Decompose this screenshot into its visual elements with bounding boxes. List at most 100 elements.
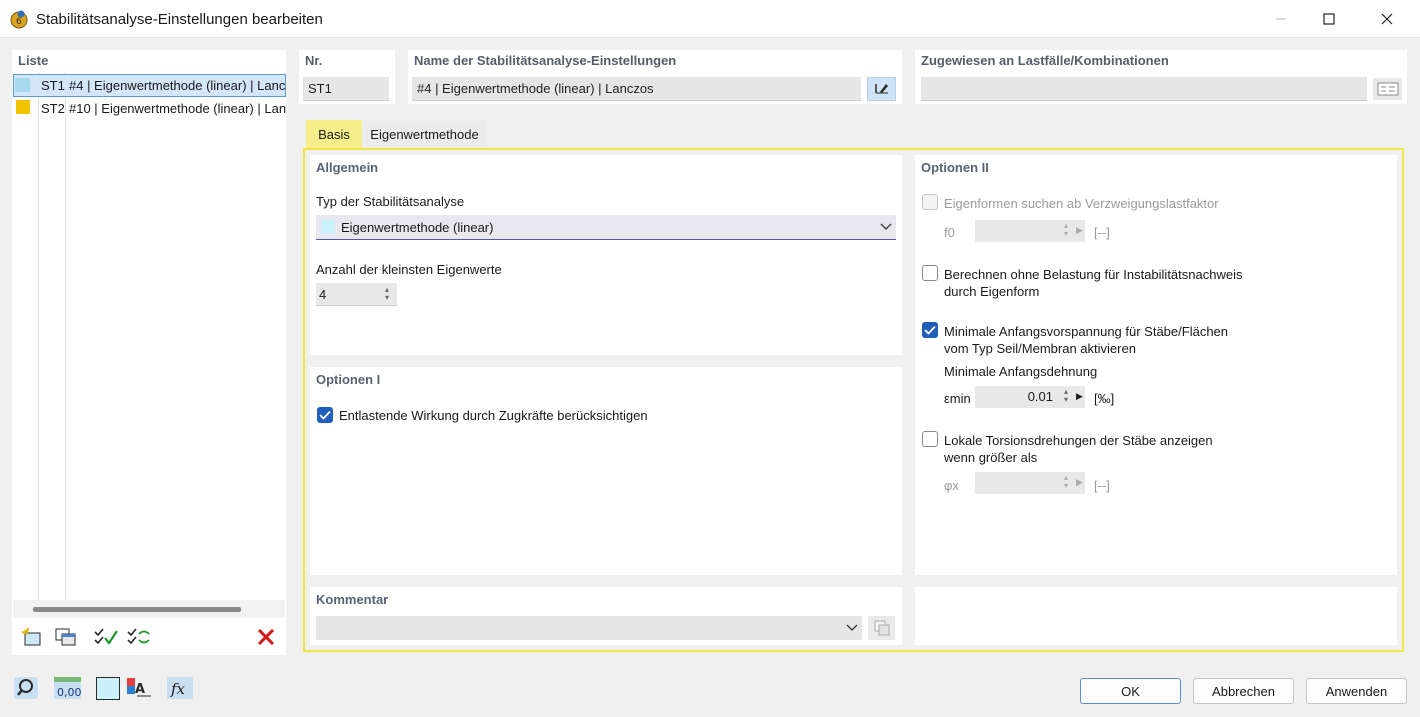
eigenformen-checkbox[interactable]	[922, 194, 938, 210]
list-divider	[38, 72, 39, 600]
minimize-icon	[1275, 13, 1287, 25]
svg-text:6: 6	[16, 17, 22, 27]
check-toggle-button[interactable]	[125, 625, 153, 649]
ok-button[interactable]: OK	[1080, 678, 1181, 704]
list-item-id[interactable]: ST1	[41, 74, 65, 97]
f0-field[interactable]: ▴ ▾ ▶	[975, 220, 1085, 242]
decimal-units-icon: 0,00	[53, 676, 81, 700]
phix-field[interactable]: ▴ ▾ ▶	[975, 472, 1085, 494]
list-header: Liste	[18, 53, 48, 68]
check-toggle-icon	[126, 626, 152, 648]
svg-text:A: A	[135, 682, 145, 697]
delete-button[interactable]	[252, 625, 280, 649]
maximize-icon	[1323, 13, 1335, 25]
minimale-label-1: Minimale Anfangsvorspannung für Stäbe/Fl…	[944, 323, 1228, 340]
checkmark-icon	[924, 325, 936, 335]
empty-section	[915, 587, 1397, 645]
eigenformen-label: Eigenformen suchen ab Verzweigungslastfa…	[944, 195, 1219, 212]
apply-button[interactable]: Anwenden	[1306, 678, 1407, 704]
berechnen-label-1: Berechnen ohne Belastung für Instabilitä…	[944, 266, 1242, 283]
assigned-field[interactable]	[921, 77, 1367, 101]
kommentar-section: Kommentar	[310, 587, 902, 645]
new-item-icon	[20, 626, 44, 648]
list-item-text[interactable]: #10 | Eigenwertmethode (linear) | Lanczo…	[69, 97, 286, 120]
entlastende-label: Entlastende Wirkung durch Zugkräfte berü…	[339, 407, 648, 424]
assigned-panel: Zugewiesen an Lastfälle/Kombinationen	[915, 50, 1407, 104]
color-button[interactable]	[96, 677, 120, 700]
function-icon: fx	[166, 676, 194, 700]
spin-down-icon[interactable]: ▾	[382, 294, 392, 302]
berechnen-checkbox[interactable]	[922, 265, 938, 281]
kommentar-input[interactable]	[316, 616, 862, 640]
new-item-button[interactable]	[18, 625, 46, 649]
allgemein-section: Allgemein Typ der Stabilitätsanalyse Eig…	[310, 155, 902, 355]
list-item-text[interactable]: #4 | Eigenwertmethode (linear) | Lanczos	[69, 74, 286, 97]
assign-button[interactable]	[1373, 78, 1402, 100]
name-field[interactable]: #4 | Eigenwertmethode (linear) | Lanczos	[412, 77, 861, 101]
close-icon	[1381, 13, 1393, 25]
emin-field[interactable]: 0.01 ▴ ▾ ▶	[975, 386, 1085, 408]
units-button[interactable]: 0,00	[53, 676, 81, 700]
list-scrollbar[interactable]	[13, 600, 285, 618]
list-panel: Liste ST1 #4 | Eigenwertmethode (linear)…	[12, 50, 286, 655]
nr-field[interactable]: ST1	[303, 77, 389, 101]
minimale-label-2: vom Typ Seil/Membran aktivieren	[944, 340, 1136, 357]
optionen2-title: Optionen II	[921, 160, 989, 175]
optionen1-section: Optionen I Entlastende Wirkung durch Zug…	[310, 367, 902, 575]
optionen2-section: Optionen II Eigenformen suchen ab Verzwe…	[915, 155, 1397, 575]
cancel-button[interactable]: Abbrechen	[1193, 678, 1294, 704]
check-all-button[interactable]	[92, 625, 120, 649]
list-item-color-swatch	[15, 78, 30, 92]
svg-text:fx: fx	[170, 680, 186, 698]
arrow-right-icon[interactable]: ▶	[1076, 477, 1083, 488]
scrollbar-thumb[interactable]	[33, 607, 241, 612]
f0-unit: [--]	[1094, 224, 1110, 241]
spin-down-icon[interactable]: ▾	[1061, 396, 1071, 404]
minimale-checkbox[interactable]	[922, 322, 938, 338]
close-button[interactable]	[1364, 0, 1410, 38]
list-item-id[interactable]: ST2	[41, 97, 65, 120]
berechnen-label-2: durch Eigenform	[944, 283, 1039, 300]
allgemein-title: Allgemein	[316, 160, 378, 175]
list-divider	[65, 72, 66, 600]
lokale-checkbox[interactable]	[922, 431, 938, 447]
type-value: Eigenwertmethode (linear)	[341, 219, 493, 236]
check-all-icon	[93, 626, 119, 648]
list-item-color-swatch	[16, 100, 30, 114]
kommentar-copy-button[interactable]	[868, 616, 895, 640]
arrow-right-icon[interactable]: ▶	[1076, 225, 1083, 236]
spin-down-icon[interactable]: ▾	[1061, 230, 1071, 238]
formula-button[interactable]: fx	[166, 676, 194, 700]
nr-panel: Nr. ST1	[299, 50, 395, 104]
tab-basis[interactable]: Basis	[306, 120, 362, 149]
type-swatch	[321, 220, 335, 234]
eigen-stepper[interactable]: 4 ▴ ▾	[316, 283, 397, 306]
edit-name-button[interactable]	[867, 77, 896, 101]
maximize-button[interactable]	[1306, 0, 1352, 38]
copy-item-icon	[54, 626, 78, 648]
lokale-label-1: Lokale Torsionsdrehungen der Stäbe anzei…	[944, 432, 1213, 449]
assign-list-icon	[1377, 82, 1399, 96]
minimize-button[interactable]	[1258, 0, 1304, 38]
app-icon: 6	[9, 9, 29, 29]
eigen-label: Anzahl der kleinsten Eigenwerte	[316, 261, 502, 278]
f0-label: f0	[944, 224, 955, 241]
phix-label: φx	[944, 477, 959, 494]
copy-icon	[873, 619, 891, 637]
spin-down-icon[interactable]: ▾	[1061, 482, 1071, 490]
name-header: Name der Stabilitätsanalyse-Einstellunge…	[414, 53, 676, 68]
copy-item-button[interactable]	[52, 625, 80, 649]
eigen-value: 4	[319, 287, 326, 302]
svg-text:0,00: 0,00	[57, 686, 81, 699]
chevron-down-icon	[880, 222, 892, 232]
arrow-right-icon[interactable]: ▶	[1076, 391, 1083, 402]
kommentar-title: Kommentar	[316, 592, 388, 607]
chevron-down-icon	[846, 623, 858, 633]
entlastende-checkbox[interactable]	[317, 407, 333, 423]
display-button[interactable]: A	[125, 676, 153, 700]
title-bar: 6 Stabilitätsanalyse-Einstellungen bearb…	[0, 0, 1420, 38]
type-dropdown[interactable]: Eigenwertmethode (linear)	[316, 215, 896, 240]
tab-eigenwertmethode[interactable]: Eigenwertmethode	[362, 121, 487, 148]
help-button[interactable]	[12, 676, 40, 700]
checkmark-icon	[319, 410, 331, 420]
